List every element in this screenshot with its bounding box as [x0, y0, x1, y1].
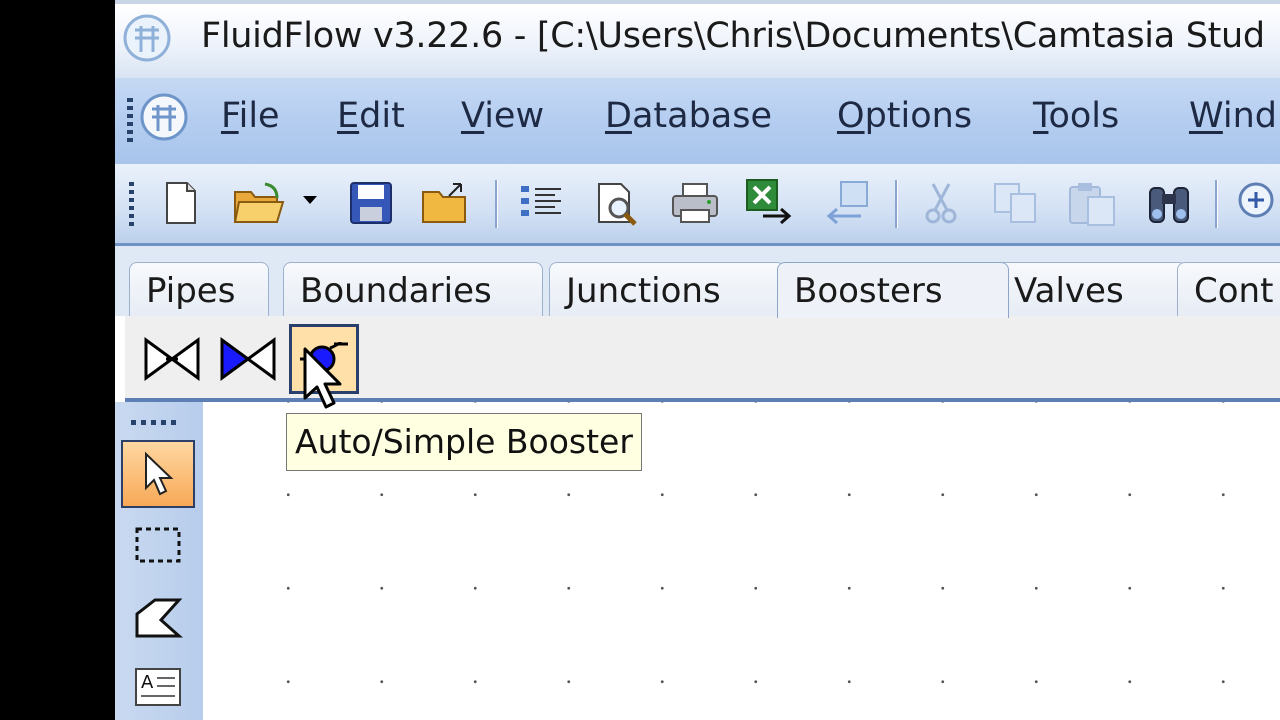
tab-junctions[interactable]: Junctions — [549, 262, 785, 318]
toolbar-separator — [895, 180, 898, 228]
window-title: FluidFlow v3.22.6 - [C:\Users\Chris\Docu… — [201, 16, 1265, 56]
print-icon[interactable] — [667, 176, 723, 230]
menu-grip[interactable] — [127, 98, 133, 142]
tab-pipes-label: Pipes — [146, 271, 236, 311]
tab-boosters-label: Boosters — [794, 271, 943, 311]
properties-list-icon[interactable] — [513, 176, 569, 230]
tab-junctions-label: Junctions — [566, 271, 721, 311]
tab-boundaries[interactable]: Boundaries — [283, 262, 543, 318]
paste-icon[interactable] — [1065, 176, 1121, 230]
menu-edit[interactable]: Edit — [337, 96, 405, 136]
menu-tools-key: T — [1033, 96, 1049, 136]
menu-file-label: ile — [238, 96, 280, 136]
tab-pipes[interactable]: Pipes — [129, 262, 269, 318]
tab-valves-label: Valves — [1014, 271, 1124, 311]
menu-database[interactable]: Database — [605, 96, 772, 136]
print-preview-icon[interactable] — [589, 176, 645, 230]
tab-controls-label: Cont — [1194, 271, 1274, 311]
excel-export-icon[interactable] — [743, 176, 799, 230]
rectangle-select-icon[interactable] — [121, 512, 195, 580]
find-icon[interactable] — [1141, 176, 1197, 230]
app-logo-icon — [123, 14, 171, 62]
drawing-tool-strip: A — [115, 402, 204, 720]
menu-window[interactable]: Wind — [1189, 96, 1277, 136]
menu-database-key: D — [605, 96, 632, 136]
menu-view-key: V — [461, 96, 485, 136]
standard-toolbar — [115, 164, 1280, 246]
tooltip: Auto/Simple Booster — [286, 413, 642, 471]
tab-valves[interactable]: Valves — [997, 262, 1187, 318]
copy-icon[interactable] — [989, 176, 1045, 230]
tab-boosters[interactable]: Boosters — [777, 262, 1009, 318]
menu-view-label: iew — [484, 96, 545, 136]
toolbar-separator — [1215, 180, 1218, 228]
menu-window-key: W — [1189, 96, 1223, 136]
cut-icon[interactable] — [913, 176, 969, 230]
menu-options-key: O — [837, 96, 865, 136]
menu-file[interactable]: File — [221, 96, 280, 136]
tab-boundaries-label: Boundaries — [300, 271, 492, 311]
menu-edit-key: E — [337, 96, 360, 136]
valve-open-icon[interactable] — [137, 324, 207, 394]
menu-edit-label: dit — [359, 96, 405, 136]
zoom-in-icon[interactable] — [1229, 176, 1280, 230]
component-tab-strip: Pipes Boundaries Junctions Boosters Valv… — [115, 246, 1280, 318]
open-folder-icon[interactable] — [231, 176, 287, 230]
toolbar-separator — [495, 180, 498, 228]
menu-file-key: F — [221, 96, 239, 136]
menu-options-label: ptions — [864, 96, 973, 136]
title-bar[interactable]: FluidFlow v3.22.6 - [C:\Users\Chris\Docu… — [115, 0, 1280, 78]
import-icon[interactable] — [819, 176, 875, 230]
mouse-cursor-icon — [303, 347, 342, 409]
toolbar-grip[interactable] — [129, 182, 134, 226]
menu-bar: File Edit View Database Options Tools Wi… — [115, 78, 1280, 164]
menu-tools[interactable]: Tools — [1033, 96, 1119, 136]
svg-text:A: A — [141, 672, 154, 693]
new-document-icon[interactable] — [153, 176, 209, 230]
save-icon[interactable] — [343, 176, 399, 230]
text-icon[interactable]: A — [121, 654, 195, 720]
application-window: FluidFlow v3.22.6 - [C:\Users\Chris\Docu… — [115, 0, 1280, 720]
valve-closed-icon[interactable] — [213, 324, 283, 394]
tool-strip-grip[interactable] — [131, 420, 181, 425]
component-palette — [125, 316, 1280, 402]
export-folder-icon[interactable] — [417, 176, 473, 230]
menu-view[interactable]: View — [461, 96, 544, 136]
menu-window-label: ind — [1222, 96, 1277, 136]
menu-database-label: atabase — [631, 96, 773, 136]
document-icon[interactable] — [135, 90, 193, 144]
tab-controls[interactable]: Cont — [1177, 262, 1280, 318]
polygon-icon[interactable] — [121, 584, 195, 652]
menu-tools-label: ools — [1048, 96, 1120, 136]
menu-options[interactable]: Options — [837, 96, 972, 136]
select-arrow-icon[interactable] — [121, 440, 195, 508]
open-dropdown-arrow-icon[interactable] — [303, 196, 317, 204]
